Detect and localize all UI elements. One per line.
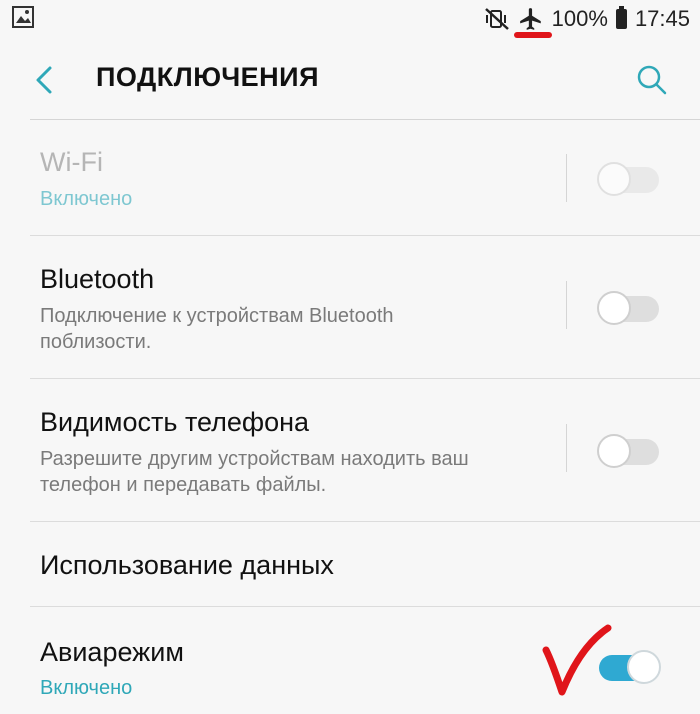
- battery-percent: 100%: [551, 6, 608, 31]
- airplane-highlight-mark: [514, 32, 552, 38]
- gallery-notification-icon: [12, 6, 34, 28]
- setting-title: Wi-Fi: [40, 147, 103, 177]
- status-icons: 100% 17:45: [484, 4, 690, 34]
- setting-title: Видимость телефона: [40, 407, 310, 437]
- setting-title: Bluetooth: [40, 264, 155, 294]
- page-title: ПОДКЛЮЧЕНИЯ: [96, 62, 319, 92]
- setting-title: Использование данных: [40, 550, 334, 580]
- setting-row-phone-visibility[interactable]: Видимость телефона Разрешите другим устр…: [0, 379, 700, 521]
- vertical-separator: [566, 424, 567, 472]
- airplane-icon: [519, 8, 541, 30]
- setting-subtitle: Включено: [40, 677, 133, 699]
- mute-vibrate-icon: [484, 8, 509, 30]
- setting-row-bluetooth[interactable]: Bluetooth Подключение к устройствам Blue…: [0, 236, 700, 378]
- setting-subtitle: Подключение к устройствам Bluetooth побл…: [40, 305, 394, 353]
- setting-subtitle: Разрешите другим устройствам находить ва…: [40, 448, 469, 496]
- wifi-toggle[interactable]: [597, 162, 661, 196]
- bluetooth-toggle[interactable]: [597, 291, 661, 325]
- chevron-left-icon[interactable]: [30, 62, 60, 98]
- setting-row-wifi[interactable]: Wi-Fi Включено: [0, 120, 700, 235]
- red-checkmark-annotation: [542, 624, 612, 696]
- phone-visibility-toggle[interactable]: [597, 434, 661, 468]
- status-bar: 100% 17:45: [0, 0, 700, 40]
- battery-icon: [615, 6, 627, 29]
- vertical-separator: [566, 281, 567, 329]
- clock: 17:45: [634, 6, 690, 31]
- vertical-separator: [566, 154, 567, 202]
- setting-title: Авиарежим: [40, 637, 184, 667]
- setting-subtitle: Включено: [40, 188, 133, 210]
- app-header: ПОДКЛЮЧЕНИЯ: [0, 40, 700, 120]
- setting-row-data-usage[interactable]: Использование данных: [0, 522, 700, 606]
- search-icon[interactable]: [634, 62, 670, 98]
